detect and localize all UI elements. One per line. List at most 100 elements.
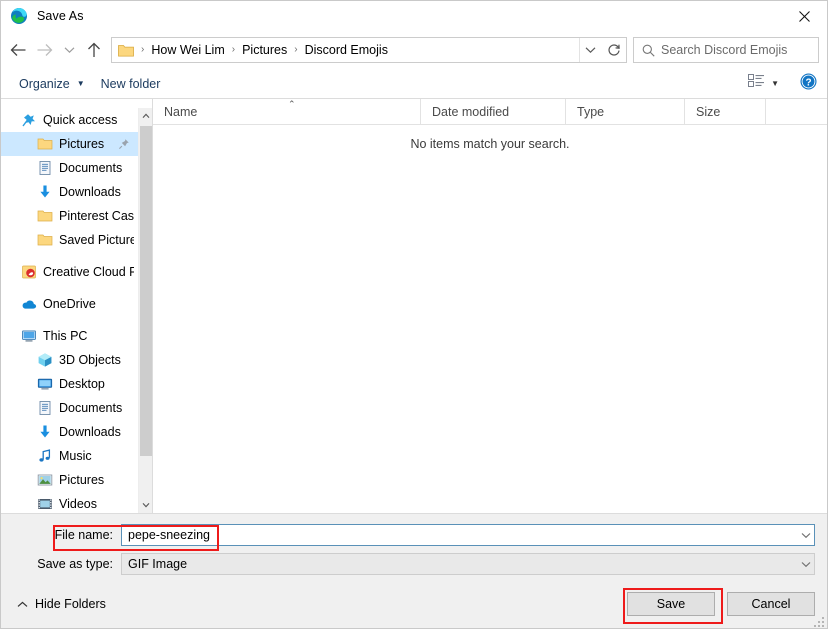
chevron-down-icon: ▼ (771, 79, 779, 88)
folder-icon (116, 43, 138, 57)
chevron-up-icon (17, 597, 28, 611)
close-icon (798, 10, 810, 22)
sidebar-item-this-pc[interactable]: This PC (1, 324, 138, 348)
edge-logo-icon (10, 7, 28, 25)
sidebar-item-label: Downloads (59, 185, 121, 199)
sidebar-item-label: Documents (59, 401, 123, 415)
forward-button[interactable] (31, 35, 57, 65)
pictures-icon (37, 472, 53, 488)
sidebar-item-downloads[interactable]: Downloads (1, 420, 138, 444)
downloads-icon (40, 425, 50, 438)
address-dropdown-button[interactable] (579, 38, 601, 62)
sidebar-item-pictures[interactable]: Pictures (1, 468, 138, 492)
save-as-type-dropdown-button[interactable] (797, 554, 814, 574)
nav-group-gap (1, 284, 138, 292)
sidebar-item-pictures[interactable]: Pictures (1, 132, 138, 156)
file-name-combobox[interactable] (121, 524, 815, 546)
pin-icon[interactable] (118, 138, 134, 150)
chevron-down-icon (801, 561, 810, 567)
sidebar-item-label: Downloads (59, 425, 121, 439)
file-name-dropdown-button[interactable] (797, 525, 814, 545)
organize-label: Organize (19, 76, 70, 91)
this-pc-icon (21, 328, 37, 344)
search-box[interactable] (633, 37, 819, 63)
breadcrumb-item-0[interactable]: How Wei Lim (147, 38, 228, 62)
dialog-footer: Hide Folders Save Cancel (1, 582, 827, 628)
folder-icon (37, 232, 53, 248)
navigation-pane: Quick access Pictures Documents Downloads Pi… (1, 99, 153, 513)
hide-folders-label: Hide Folders (35, 597, 106, 611)
sidebar-item-label: This PC (43, 329, 88, 343)
file-list-pane[interactable]: Name ⌃ Date modified Type Size No items … (153, 99, 827, 513)
scrollbar-thumb[interactable] (140, 126, 152, 456)
sidebar-item-desktop[interactable]: Desktop (1, 372, 138, 396)
save-as-dialog: Save As › How Wei Lim › Pictures › Disco… (0, 0, 828, 629)
save-form: File name: Save as type: GIF Image (1, 513, 827, 582)
sidebar-item-3d-objects[interactable]: 3D Objects (1, 348, 138, 372)
file-name-input[interactable] (122, 525, 797, 545)
empty-list-message: No items match your search. (410, 137, 570, 151)
resize-grip-icon[interactable] (813, 615, 825, 627)
documents-icon (39, 401, 51, 415)
column-header-date-modified[interactable]: Date modified (421, 99, 566, 124)
downloads-icon (37, 184, 53, 200)
sidebar-item-quick-access[interactable]: Quick access (1, 108, 138, 132)
column-header-type[interactable]: Type (566, 99, 685, 124)
file-name-label: File name: (54, 528, 113, 542)
sidebar-item-music[interactable]: Music (1, 444, 138, 468)
svg-text:?: ? (805, 77, 811, 88)
navigation-bar: › How Wei Lim › Pictures › Discord Emoji… (1, 31, 827, 69)
change-view-button[interactable]: ▼ (742, 71, 785, 96)
address-bar[interactable]: › How Wei Lim › Pictures › Discord Emoji… (111, 37, 602, 63)
chevron-up-icon (142, 113, 150, 119)
chevron-down-icon (64, 47, 74, 54)
save-button[interactable]: Save (627, 592, 715, 616)
folder-icon (37, 136, 53, 152)
breadcrumb-separator-1: › (231, 44, 236, 55)
sidebar-item-onedrive[interactable]: OneDrive (1, 292, 138, 316)
column-header-size-label: Size (696, 104, 721, 119)
window-title: Save As (37, 9, 84, 23)
chevron-down-icon (142, 502, 150, 508)
sidebar-item-downloads[interactable]: Downloads (1, 180, 138, 204)
sidebar-item-documents[interactable]: Documents (1, 156, 138, 180)
sidebar-item-saved-pictures[interactable]: Saved Pictures (1, 228, 138, 252)
column-header-size[interactable]: Size (685, 99, 766, 124)
sidebar-item-pinterest-case-st[interactable]: Pinterest Case St (1, 204, 138, 228)
search-icon (634, 44, 661, 57)
column-header-name[interactable]: Name ⌃ (153, 99, 421, 124)
scroll-up-button[interactable] (139, 108, 152, 124)
sidebar-item-label: Documents (59, 161, 123, 175)
creative-cloud-icon (22, 265, 36, 279)
breadcrumb-item-2[interactable]: Discord Emojis (301, 38, 392, 62)
cancel-button[interactable]: Cancel (727, 592, 815, 616)
sort-ascending-icon: ⌃ (288, 99, 296, 109)
recent-locations-button[interactable] (57, 35, 81, 65)
sidebar-item-label: Videos (59, 497, 97, 511)
pin-star-icon (22, 114, 35, 127)
help-button[interactable]: ? (795, 71, 821, 97)
sidebar-item-creative-cloud-fil[interactable]: Creative Cloud Fil (1, 260, 138, 284)
up-one-level-button[interactable] (81, 35, 107, 65)
new-folder-button[interactable]: New folder (93, 73, 169, 95)
close-button[interactable] (781, 1, 827, 31)
3d-objects-icon (38, 353, 52, 367)
chevron-down-icon (801, 532, 810, 538)
onedrive-icon (21, 296, 37, 312)
navigation-pane-scrollbar[interactable] (138, 108, 152, 513)
breadcrumb-item-1[interactable]: Pictures (238, 38, 291, 62)
sidebar-item-label: OneDrive (43, 297, 96, 311)
arrow-left-icon (10, 44, 25, 56)
hide-folders-button[interactable]: Hide Folders (13, 595, 110, 613)
arrow-up-icon (88, 42, 100, 57)
scroll-down-button[interactable] (139, 497, 152, 513)
organize-button[interactable]: Organize ▼ (11, 73, 93, 95)
save-as-type-combobox[interactable]: GIF Image (121, 553, 815, 575)
sidebar-item-documents[interactable]: Documents (1, 396, 138, 420)
back-button[interactable] (5, 35, 31, 65)
sidebar-item-videos[interactable]: Videos (1, 492, 138, 513)
refresh-button[interactable] (601, 37, 627, 63)
documents-icon (39, 161, 51, 175)
search-input[interactable] (661, 38, 818, 62)
this-pc-icon (22, 330, 36, 342)
